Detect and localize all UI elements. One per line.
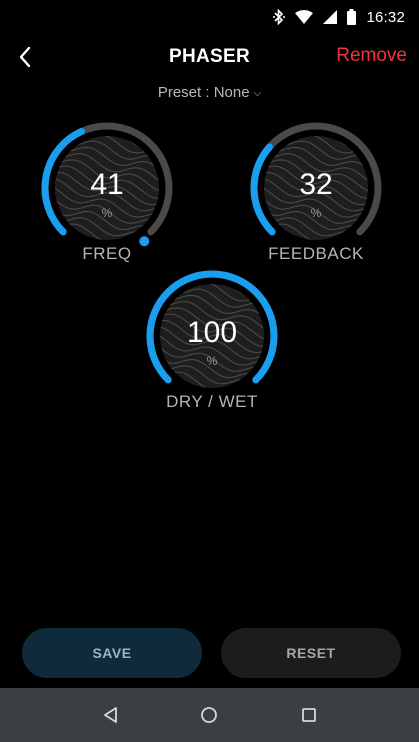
bluetooth-icon <box>273 9 286 25</box>
wifi-icon <box>295 10 314 24</box>
knob-texture-line <box>160 384 176 388</box>
header: PHASER Remove <box>0 34 419 80</box>
chevron-down-icon: ⌵ <box>253 88 262 99</box>
status-time: 16:32 <box>366 8 405 26</box>
knob-texture-line <box>160 371 244 388</box>
battery-icon <box>347 9 357 25</box>
knob-dry-wet[interactable]: 100 % DRY / WET <box>140 266 284 418</box>
knob-freq[interactable]: 41 % FREQ <box>35 118 179 270</box>
preset-dropdown[interactable]: Preset : None ⌵ <box>0 84 419 101</box>
nav-home-button[interactable] <box>189 695 229 735</box>
knob-feedback[interactable]: 32 % FEEDBACK <box>244 118 388 270</box>
knob-unit: % <box>310 206 322 220</box>
knob-label: FEEDBACK <box>268 244 364 263</box>
knob-texture-line <box>264 223 348 240</box>
knob-unit: % <box>206 354 218 368</box>
knob-value: 32 <box>299 168 333 201</box>
navigation-bar <box>0 688 419 742</box>
knob-texture-line <box>264 229 295 240</box>
remove-button[interactable]: Remove <box>336 45 407 67</box>
save-button[interactable]: SAVE <box>22 628 202 678</box>
knob-value: 100 <box>186 316 238 349</box>
signal-icon <box>323 10 338 24</box>
knob-value: 41 <box>90 168 124 201</box>
home-circle-icon <box>201 707 218 723</box>
nav-recents-button[interactable] <box>289 695 329 735</box>
knob-texture-line <box>55 229 86 240</box>
nav-back-button[interactable] <box>90 695 130 735</box>
status-bar: 16:32 <box>0 0 419 34</box>
knob-label: FREQ <box>82 244 132 263</box>
reset-button[interactable]: RESET <box>221 628 401 678</box>
knob-unit: % <box>101 206 113 220</box>
knob-label: DRY / WET <box>166 392 258 411</box>
preset-label: Preset : None <box>157 84 250 101</box>
knob-texture-line <box>160 377 191 388</box>
knob-texture-line <box>55 236 71 240</box>
back-triangle-icon <box>103 707 117 723</box>
recents-square-icon <box>302 708 317 722</box>
knob-texture-line <box>264 236 280 240</box>
knob-texture-line <box>55 223 139 240</box>
